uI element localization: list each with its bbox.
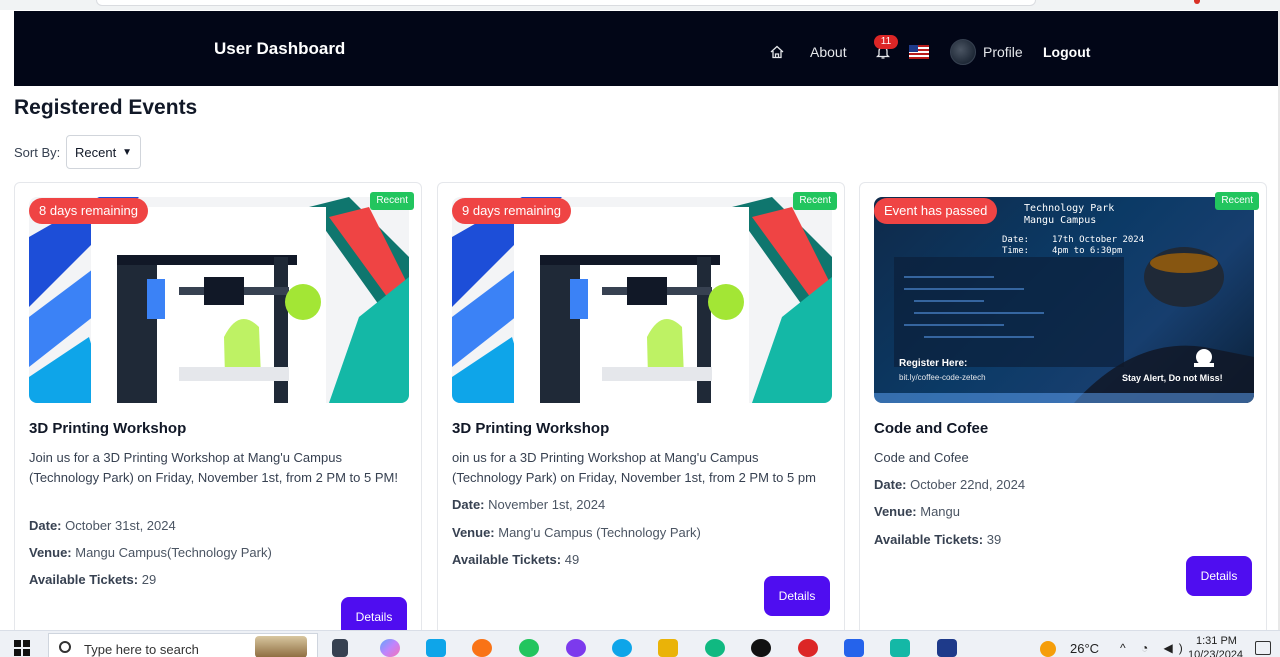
poster-alert: Stay Alert, Do not Miss!	[1122, 373, 1223, 383]
event-title: Code and Cofee	[874, 420, 989, 437]
event-description: oin us for a 3D Printing Workshop at Man…	[452, 450, 816, 485]
tiktok-icon[interactable]	[751, 639, 771, 657]
recent-badge: Recent	[1215, 192, 1259, 210]
event-date: Date: October 22nd, 2024	[874, 477, 1025, 492]
weather-icon	[1040, 641, 1056, 657]
date-label: Date:	[29, 518, 62, 533]
date-label: Date:	[452, 497, 485, 512]
poster-register: Register Here:	[899, 358, 968, 369]
file-explorer-icon[interactable]	[658, 639, 678, 657]
event-image-3d-printer[interactable]	[452, 197, 832, 403]
event-poster-code-and-cofee[interactable]: Technology Park Mangu Campus Date: 17th …	[874, 197, 1254, 403]
copilot-icon[interactable]	[380, 639, 400, 657]
postman-icon[interactable]	[472, 639, 492, 657]
tickets-label: Available Tickets:	[874, 532, 984, 547]
venue-value: Mangu Campus(Technology Park)	[75, 545, 272, 560]
poster-link: bit.ly/coffee-code-zetech	[899, 373, 986, 382]
event-description: Code and Cofee	[874, 450, 969, 465]
date-value: October 22nd, 2024	[910, 477, 1026, 492]
event-date: Date: November 1st, 2024	[452, 497, 605, 512]
logout-button[interactable]: Logout	[1043, 44, 1090, 60]
recent-badge: Recent	[370, 192, 414, 210]
notification-center-icon[interactable]	[1255, 641, 1271, 655]
event-title: 3D Printing Workshop	[452, 420, 610, 437]
weather-temperature[interactable]: 26°C	[1070, 641, 1099, 656]
details-button[interactable]: Details	[764, 576, 830, 616]
browser-top-bar	[0, 0, 1280, 10]
page-title: Registered Events	[14, 96, 198, 119]
arduino-icon[interactable]	[890, 639, 910, 657]
home-icon[interactable]	[769, 44, 785, 60]
sort-label: Sort By:	[14, 145, 61, 160]
poster-line2: Mangu Campus	[1024, 215, 1097, 226]
media-player-icon[interactable]	[798, 639, 818, 657]
dashboard-title: User Dashboard	[214, 39, 346, 58]
poster-date-label: Date:	[1002, 235, 1030, 245]
whatsapp-icon[interactable]	[519, 639, 539, 657]
search-highlight-image	[255, 636, 307, 657]
venue-label: Venue:	[874, 504, 917, 519]
event-image-3d-printer[interactable]	[29, 197, 409, 403]
sort-select[interactable]: Recent ▼	[66, 135, 141, 169]
sort-select-value: Recent	[75, 144, 117, 160]
notification-badge: 11	[874, 35, 898, 49]
app-window-icon[interactable]	[937, 639, 957, 657]
top-navbar: User Dashboard About 11 Profile Logout	[14, 11, 1278, 86]
us-flag-icon[interactable]	[909, 45, 929, 59]
telegram-icon[interactable]	[612, 639, 632, 657]
status-badge: 9 days remaining	[452, 198, 571, 224]
poster-time: 4pm to 6:30pm	[1052, 246, 1123, 256]
event-description: Join us for a 3D Printing Workshop at Ma…	[29, 450, 398, 485]
recent-badge: Recent	[793, 192, 837, 210]
event-card: Recent 8 days remaining 3D Printing Work…	[14, 182, 422, 642]
details-button[interactable]: Details	[1186, 556, 1252, 596]
avatar[interactable]	[950, 39, 976, 65]
search-icon	[59, 641, 71, 653]
clock-time[interactable]: 1:31 PM	[1196, 635, 1237, 647]
event-tickets: Available Tickets: 39	[874, 532, 1001, 547]
taskbar-search-placeholder: Type here to search	[84, 642, 199, 657]
poster-date: 17th October 2024	[1052, 235, 1145, 245]
taskbar-search[interactable]: Type here to search	[48, 633, 318, 657]
event-date: Date: October 31st, 2024	[29, 518, 176, 533]
status-badge: Event has passed	[874, 198, 998, 224]
venue-label: Venue:	[29, 545, 72, 560]
address-bar[interactable]	[96, 0, 1036, 6]
profile-link[interactable]: Profile	[983, 44, 1023, 60]
edge-icon[interactable]	[705, 639, 725, 657]
windows-start-icon[interactable]	[14, 640, 30, 656]
tickets-label: Available Tickets:	[452, 552, 562, 567]
event-venue: Venue: Mangu Campus(Technology Park)	[29, 545, 272, 560]
event-title: 3D Printing Workshop	[29, 420, 187, 437]
venue-label: Venue:	[452, 525, 495, 540]
clock-date[interactable]: 10/23/2024	[1188, 649, 1243, 657]
date-value: November 1st, 2024	[488, 497, 606, 512]
date-label: Date:	[874, 477, 907, 492]
task-view-icon[interactable]	[332, 639, 348, 657]
event-venue: Venue: Mang'u Campus (Technology Park)	[452, 525, 701, 540]
event-card: Recent 9 days remaining 3D Printing Work…	[437, 182, 845, 642]
event-venue: Venue: Mangu	[874, 504, 960, 519]
event-card: Technology Park Mangu Campus Date: 17th …	[859, 182, 1267, 642]
chevron-down-icon: ▼	[122, 146, 132, 158]
app-icon[interactable]	[566, 639, 586, 657]
poster-time-label: Time:	[1002, 246, 1030, 256]
tickets-value: 29	[141, 572, 157, 587]
browser-indicator	[1194, 0, 1200, 4]
windows-taskbar: Type here to search 26°C ^ ◔ ◀) 1:31 PM …	[0, 630, 1280, 657]
event-tickets: Available Tickets: 29	[29, 572, 156, 587]
tickets-value: 39	[986, 532, 1002, 547]
tickets-label: Available Tickets:	[29, 572, 139, 587]
venue-value: Mang'u Campus (Technology Park)	[498, 525, 701, 540]
mail-icon[interactable]	[426, 639, 446, 657]
about-link[interactable]: About	[810, 44, 847, 60]
status-badge: 8 days remaining	[29, 198, 148, 224]
poster-line1: Technology Park	[1024, 203, 1115, 214]
event-tickets: Available Tickets: 49	[452, 552, 579, 567]
date-value: October 31st, 2024	[65, 518, 176, 533]
venue-value: Mangu	[920, 504, 960, 519]
vscode-icon[interactable]	[844, 639, 864, 657]
system-tray-icons[interactable]: ^ ◔ ◀)	[1120, 641, 1189, 655]
tickets-value: 49	[564, 552, 580, 567]
